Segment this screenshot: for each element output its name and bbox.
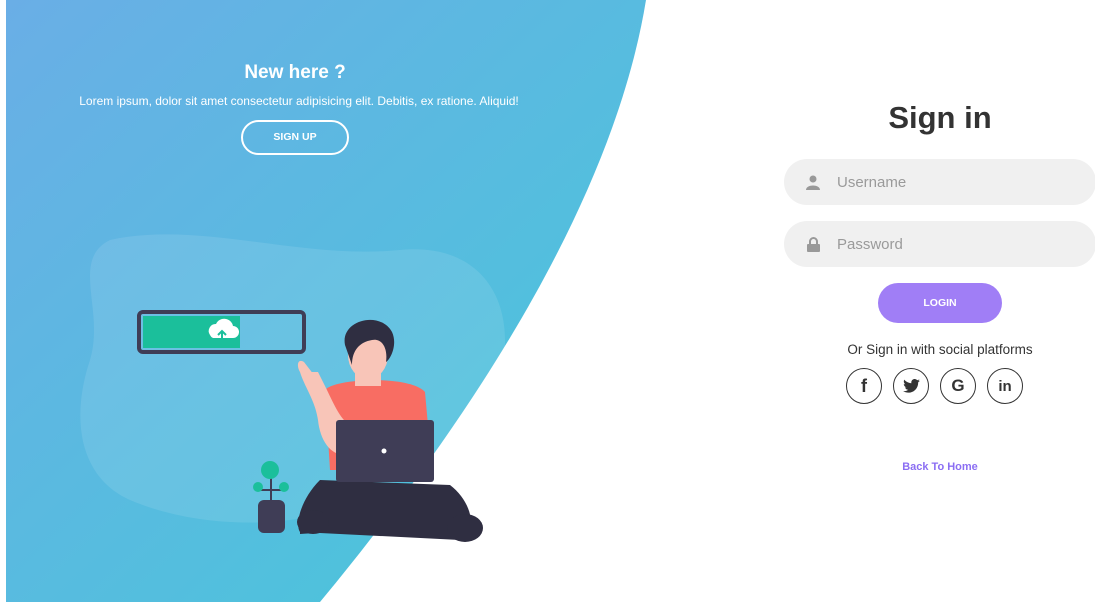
google-button[interactable]: G: [940, 368, 976, 404]
facebook-button[interactable]: f: [846, 368, 882, 404]
panel-text: Lorem ipsum, dolor sit amet consectetur …: [79, 94, 519, 108]
left-border: [0, 0, 6, 602]
username-input[interactable]: [835, 172, 1079, 192]
username-field[interactable]: [784, 159, 1095, 205]
panel-title: New here ?: [244, 62, 346, 83]
linkedin-icon: in: [998, 377, 1012, 395]
plant: [253, 461, 289, 533]
twitter-icon: [902, 379, 920, 393]
social-icons: f G in: [846, 368, 1023, 404]
twitter-button[interactable]: [893, 368, 929, 404]
linkedin-button[interactable]: in: [987, 368, 1023, 404]
user-icon: [805, 174, 821, 190]
new-here-panel: New here ? Lorem ipsum, dolor sit amet c…: [60, 58, 530, 155]
auth-page: New here ? Lorem ipsum, dolor sit amet c…: [0, 0, 1095, 602]
sign-in-title: Sign in: [888, 100, 992, 135]
back-to-home-link[interactable]: Back To Home: [784, 461, 1095, 473]
social-text: Or Sign in with social platforms: [847, 342, 1033, 357]
google-icon: G: [951, 376, 965, 395]
password-field[interactable]: [784, 221, 1095, 267]
login-button[interactable]: LOGIN: [878, 283, 1002, 323]
sign-up-button[interactable]: SIGN UP: [241, 120, 349, 155]
person: [297, 319, 483, 542]
lock-icon: [805, 236, 821, 252]
password-input[interactable]: [835, 234, 1079, 254]
upload-progress-bar: [137, 310, 306, 354]
facebook-icon: f: [861, 375, 867, 396]
